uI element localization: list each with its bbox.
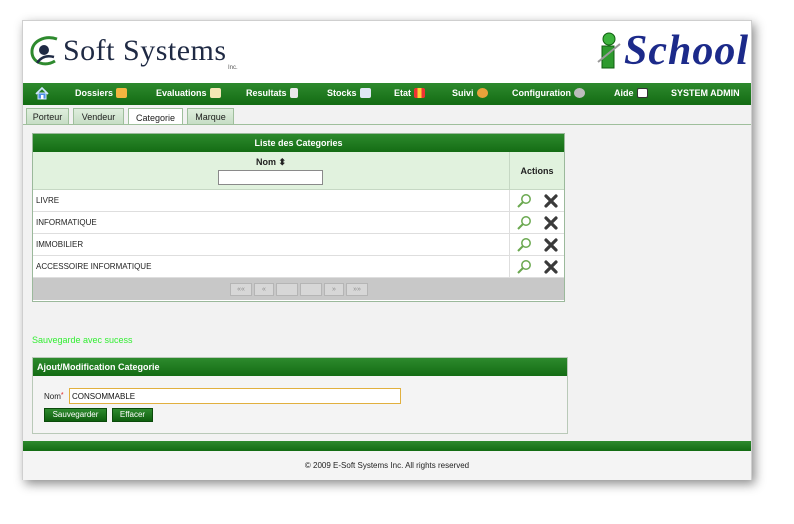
company-suffix: Inc. <box>228 65 238 71</box>
save-button[interactable]: Sauvegarder <box>44 408 107 422</box>
menu-dossiers-label: Dossiers <box>75 88 114 98</box>
menu-suivi[interactable]: Suivi <box>452 88 488 98</box>
column-nom-label: Nom <box>255 157 276 167</box>
menu-evaluations-label: Evaluations <box>156 88 207 98</box>
menu-resultats-label: Resultats <box>246 88 287 98</box>
pager-last-button[interactable]: »» <box>346 283 368 296</box>
soft-systems-logo-mark-icon <box>30 36 58 66</box>
table-header: Nom ⬍ Actions <box>33 152 564 190</box>
list-title: Liste des Categories <box>33 134 564 152</box>
tab-porteur[interactable]: Porteur <box>26 108 69 125</box>
sort-icon: ⬍ <box>278 157 287 167</box>
menu-system-admin[interactable]: SYSTEM ADMIN <box>671 88 740 98</box>
pager-next-button[interactable]: » <box>324 283 344 296</box>
table-row: INFORMATIQUE <box>33 212 564 234</box>
category-list-panel: Liste des Categories Nom ⬍ Actions LIVRE… <box>32 133 565 302</box>
table-row: ACCESSOIRE INFORMATIQUE <box>33 256 564 278</box>
table-row: LIVRE <box>33 190 564 212</box>
clear-button[interactable]: Effacer <box>112 408 153 422</box>
company-name: Soft Systems <box>63 34 227 67</box>
product-name: School <box>623 28 749 74</box>
edit-icon <box>209 88 221 98</box>
home-icon <box>35 87 49 100</box>
bar-chart-icon <box>414 88 426 98</box>
row-actions <box>510 234 564 255</box>
pager-prev-button[interactable]: « <box>254 283 274 296</box>
sort-nom[interactable]: Nom ⬍ <box>33 157 509 168</box>
search-icon[interactable] <box>516 237 532 253</box>
search-icon[interactable] <box>516 193 532 209</box>
menu-stocks-label: Stocks <box>327 88 357 98</box>
table-row: IMMOBILIER <box>33 234 564 256</box>
tab-marque-label: Marque <box>195 112 226 122</box>
footer-bar <box>23 441 751 451</box>
delete-icon[interactable] <box>544 194 558 208</box>
tab-strip: Porteur Vendeur Categorie Marque <box>23 107 751 126</box>
menu-stocks[interactable]: Stocks <box>327 88 371 98</box>
search-icon[interactable] <box>516 259 532 275</box>
menu-system-admin-label: SYSTEM ADMIN <box>671 88 740 98</box>
category-form-panel: Ajout/Modification Categorie Nom* Sauveg… <box>32 357 568 434</box>
menu-configuration[interactable]: Configuration <box>512 88 585 98</box>
delete-icon[interactable] <box>544 216 558 230</box>
nom-field[interactable] <box>69 388 401 404</box>
pager-first-button[interactable]: «« <box>230 283 252 296</box>
menu-aide[interactable]: Aide <box>614 88 648 98</box>
user-icon <box>476 88 488 98</box>
nom-filter-input[interactable] <box>218 170 323 185</box>
app-window: Soft Systems Inc. School Dossiers Evalua… <box>22 20 752 480</box>
menu-resultats[interactable]: Resultats <box>246 88 298 98</box>
gear-icon <box>574 88 585 98</box>
tab-categorie-label: Categorie <box>135 112 176 123</box>
nom-field-label: Nom* <box>44 392 64 401</box>
help-icon <box>636 88 648 98</box>
menu-home[interactable] <box>35 87 49 100</box>
footer: © 2009 E-Soft Systems Inc. All rights re… <box>23 451 751 480</box>
delete-icon[interactable] <box>544 260 558 274</box>
column-nom: Nom ⬍ <box>33 152 510 189</box>
header: Soft Systems Inc. School <box>23 21 751 83</box>
required-mark: * <box>60 392 64 399</box>
delete-icon[interactable] <box>544 238 558 252</box>
tab-vendeur[interactable]: Vendeur <box>73 108 124 125</box>
menu-dossiers[interactable]: Dossiers <box>75 88 128 98</box>
pager-page-button[interactable] <box>300 283 322 296</box>
menu-configuration-label: Configuration <box>512 88 571 98</box>
folder-icon <box>116 88 128 98</box>
menu-aide-label: Aide <box>614 88 634 98</box>
row-actions <box>510 212 564 233</box>
column-actions: Actions <box>520 166 554 176</box>
search-icon[interactable] <box>516 215 532 231</box>
pagination: «« « » »» <box>33 278 564 300</box>
tab-porteur-label: Porteur <box>32 112 63 122</box>
category-name: INFORMATIQUE <box>33 212 510 233</box>
tab-marque[interactable]: Marque <box>187 108 234 125</box>
success-message: Sauvegarde avec sucess <box>32 335 133 345</box>
menu-suivi-label: Suivi <box>452 88 474 98</box>
main-menu-bar: Dossiers Evaluations Resultats Stocks Et… <box>23 83 751 105</box>
ischool-logo: School <box>596 27 749 75</box>
nom-label-text: Nom <box>44 392 61 401</box>
main-content: Liste des Categories Nom ⬍ Actions LIVRE… <box>23 125 751 441</box>
menu-etat[interactable]: Etat <box>394 88 426 98</box>
row-actions <box>510 256 564 277</box>
menu-evaluations[interactable]: Evaluations <box>156 88 221 98</box>
pager-page-button[interactable] <box>276 283 298 296</box>
menu-etat-label: Etat <box>394 88 412 98</box>
category-name: LIVRE <box>33 190 510 211</box>
tab-vendeur-label: Vendeur <box>81 112 116 122</box>
copyright-text: © 2009 E-Soft Systems Inc. All rights re… <box>304 461 470 470</box>
soft-systems-logo: Soft Systems <box>27 27 227 75</box>
category-name: ACCESSOIRE INFORMATIQUE <box>33 256 510 277</box>
category-name: IMMOBILIER <box>33 234 510 255</box>
ischool-i-icon <box>596 32 624 70</box>
mail-icon <box>359 88 371 98</box>
form-title: Ajout/Modification Categorie <box>33 358 567 376</box>
row-actions <box>510 190 564 211</box>
document-icon <box>289 88 298 98</box>
